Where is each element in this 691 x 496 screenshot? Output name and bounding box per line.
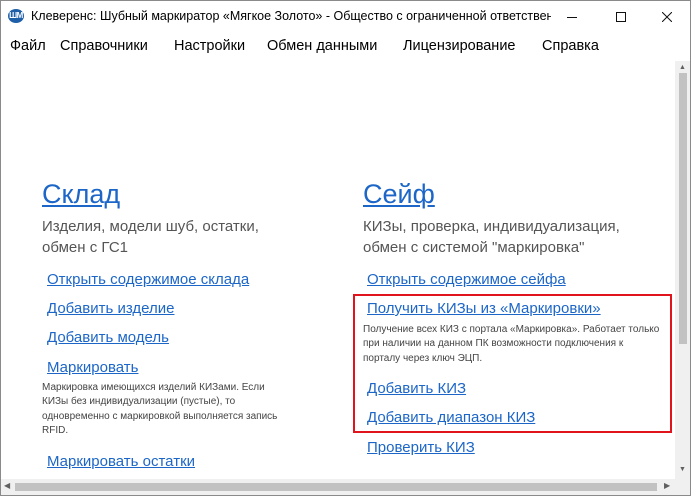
warehouse-title[interactable]: Склад	[42, 179, 120, 210]
vertical-scrollbar[interactable]: ▲ ▼	[675, 61, 690, 479]
minimize-icon	[567, 16, 577, 18]
mark-note-line1: Маркировка имеющихся изделий КИЗами. Есл…	[42, 382, 265, 393]
scroll-down-icon[interactable]: ▼	[679, 466, 686, 473]
open-warehouse-link[interactable]: Открыть содержимое склада	[47, 271, 249, 288]
open-safe-link[interactable]: Открыть содержимое сейфа	[367, 271, 566, 288]
add-kiz-range-link[interactable]: Добавить диапазон КИЗ	[367, 409, 535, 426]
close-icon	[662, 11, 672, 22]
mark-rest-link[interactable]: Маркировать остатки	[47, 453, 195, 470]
warehouse-desc-line1: Изделия, модели шуб, остатки,	[42, 218, 259, 235]
get-note-line1: Получение всех КИЗ с портала «Маркировка…	[363, 324, 660, 335]
vertical-scroll-thumb[interactable]	[679, 73, 687, 344]
main-content: Склад Изделия, модели шуб, остатки, обме…	[1, 61, 675, 479]
safe-desc-line2: обмен с системой "маркировка"	[363, 239, 585, 256]
menu-settings[interactable]: Настройки	[174, 38, 245, 54]
menu-help[interactable]: Справка	[542, 38, 599, 54]
add-item-link[interactable]: Добавить изделие	[47, 300, 174, 317]
horizontal-scrollbar[interactable]: ◀ ▶	[1, 479, 675, 495]
title-bar: ШМ Клеверенс: Шубный маркиратор «Мягкое …	[1, 1, 690, 32]
menu-bar: Файл Справочники Настройки Обмен данными…	[1, 32, 690, 61]
mark-note-line2: КИЗы без индивидуализации (пустые), то	[42, 396, 236, 407]
get-kiz-link[interactable]: Получить КИЗы из «Маркировки»	[367, 300, 601, 317]
check-kiz-link[interactable]: Проверить КИЗ	[367, 439, 475, 456]
horizontal-scroll-thumb[interactable]	[15, 483, 657, 491]
add-model-link[interactable]: Добавить модель	[47, 329, 169, 346]
scroll-up-icon[interactable]: ▲	[679, 64, 686, 71]
scrollbar-corner	[675, 479, 690, 495]
app-window: ШМ Клеверенс: Шубный маркиратор «Мягкое …	[0, 0, 691, 496]
scroll-left-icon[interactable]: ◀	[4, 481, 10, 490]
scroll-right-icon[interactable]: ▶	[664, 481, 670, 490]
safe-title[interactable]: Сейф	[363, 179, 435, 210]
safe-desc-line1: КИЗы, проверка, индивидуализация,	[363, 218, 620, 235]
mark-note-line4: RFID.	[42, 425, 69, 436]
minimize-button[interactable]	[549, 1, 595, 32]
get-note-line2: при наличии на данном ПК возможности под…	[363, 338, 624, 349]
maximize-button[interactable]	[598, 1, 644, 32]
mark-link[interactable]: Маркировать	[47, 359, 138, 376]
window-title: Клеверенс: Шубный маркиратор «Мягкое Зол…	[31, 9, 551, 23]
warehouse-desc-line2: обмен с ГС1	[42, 239, 129, 256]
menu-licensing[interactable]: Лицензирование	[403, 38, 515, 54]
get-note-line3: порталу через ключ ЭЦП.	[363, 353, 483, 364]
menu-data-exchange[interactable]: Обмен данными	[267, 38, 377, 54]
close-button[interactable]	[644, 1, 690, 32]
maximize-icon	[616, 11, 626, 22]
menu-directories[interactable]: Справочники	[60, 38, 148, 54]
menu-file[interactable]: Файл	[10, 38, 46, 54]
app-logo-icon: ШМ	[8, 9, 24, 23]
mark-note-line3: одновременно с маркировкой выполняется з…	[42, 411, 278, 422]
add-kiz-link[interactable]: Добавить КИЗ	[367, 380, 466, 397]
